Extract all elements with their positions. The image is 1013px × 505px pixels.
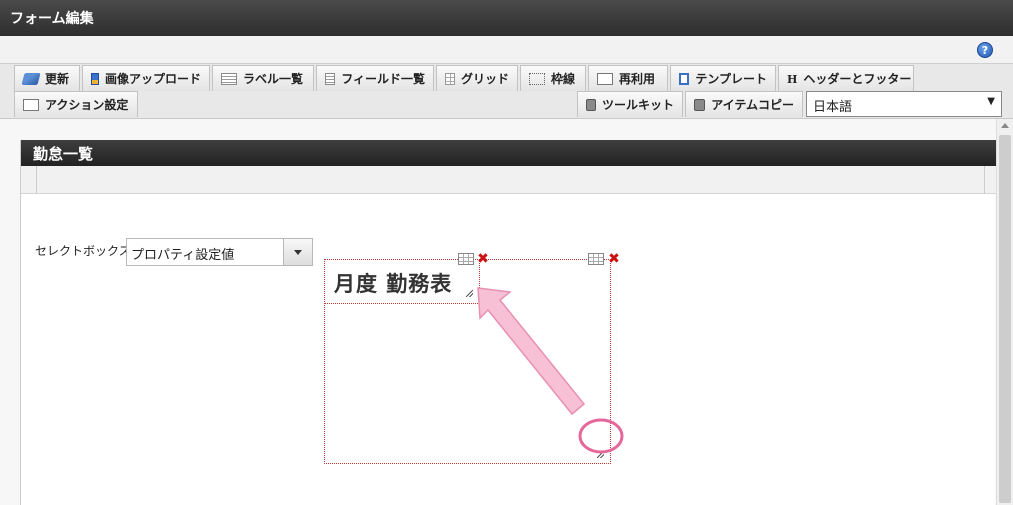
scroll-thumb[interactable] bbox=[999, 135, 1011, 503]
label-list-icon bbox=[221, 72, 237, 85]
tab-update[interactable]: 更新 bbox=[14, 65, 80, 91]
label-item[interactable]: 月度 勤務表 bbox=[324, 259, 480, 304]
tab-border[interactable]: 枠線 bbox=[520, 65, 586, 91]
editor-toolbar: 更新 画像アップロード ラベル一覧 フィールド一覧 グリッド 枠線 再利用 テン… bbox=[0, 64, 1013, 119]
tab-reuse-label: 再利用 bbox=[619, 72, 656, 86]
label-resize-handle[interactable] bbox=[466, 290, 473, 297]
template-icon bbox=[679, 72, 690, 85]
field-list-icon bbox=[325, 72, 336, 85]
tab-action-settings-label: アクション設定 bbox=[45, 98, 129, 112]
tab-header-footer[interactable]: H ヘッダーとフッター bbox=[778, 65, 914, 91]
action-icon bbox=[23, 98, 39, 111]
container-resize-handle[interactable] bbox=[597, 451, 604, 458]
tab-image-upload-label: 画像アップロード bbox=[104, 72, 201, 86]
select-box-value: プロパティ設定値 bbox=[131, 248, 235, 263]
form-title: 勤怠一覧 bbox=[21, 140, 996, 166]
divider bbox=[36, 166, 37, 194]
tab-border-label: 枠線 bbox=[551, 72, 576, 86]
update-icon bbox=[21, 72, 41, 85]
form-panel: 勤怠一覧 セレクトボックス プロパティ設定値 月度 勤務表 ✖ ✖ bbox=[20, 140, 996, 505]
select-box-label: セレクトボックス bbox=[35, 244, 131, 258]
tab-header-footer-label: ヘッダーとフッター bbox=[803, 72, 912, 86]
tab-label-list-label: ラベル一覧 bbox=[243, 72, 304, 86]
tab-action-settings[interactable]: アクション設定 bbox=[14, 91, 138, 117]
tab-grid[interactable]: グリッド bbox=[436, 65, 518, 91]
tab-item-copy-label: アイテムコピー bbox=[711, 98, 794, 112]
editor-canvas: 勤怠一覧 セレクトボックス プロパティ設定値 月度 勤務表 ✖ ✖ bbox=[0, 119, 996, 505]
tab-template[interactable]: テンプレート bbox=[670, 65, 776, 91]
tab-label-list[interactable]: ラベル一覧 bbox=[212, 65, 314, 91]
tab-reuse[interactable]: 再利用 bbox=[588, 65, 668, 91]
container-properties-icon[interactable] bbox=[588, 253, 604, 265]
tab-update-label: 更新 bbox=[45, 72, 70, 86]
tab-field-list-label: フィールド一覧 bbox=[341, 72, 425, 86]
item-copy-icon bbox=[694, 98, 706, 111]
tab-toolkit[interactable]: ツールキット bbox=[577, 91, 683, 117]
chevron-down-icon: ▼ bbox=[987, 96, 995, 107]
tab-grid-label: グリッド bbox=[460, 72, 509, 86]
tab-item-copy[interactable]: アイテムコピー bbox=[685, 91, 803, 117]
border-icon bbox=[529, 72, 545, 85]
window-title: フォーム編集 bbox=[0, 0, 1013, 36]
reuse-icon bbox=[597, 72, 613, 85]
language-select[interactable]: 日本語 ▼ bbox=[806, 91, 1002, 117]
label-properties-icon[interactable] bbox=[458, 253, 474, 265]
help-icon[interactable]: ? bbox=[977, 42, 993, 58]
sub-toolbar: ? bbox=[0, 36, 1013, 64]
container-delete-icon[interactable]: ✖ bbox=[608, 252, 620, 266]
label-item-text: 月度 勤務表 bbox=[334, 272, 453, 296]
select-dropdown-button[interactable] bbox=[283, 238, 313, 266]
tab-template-label: テンプレート bbox=[695, 72, 767, 86]
vertical-scrollbar[interactable] bbox=[996, 119, 1013, 505]
tab-toolkit-label: ツールキット bbox=[601, 98, 674, 112]
select-box[interactable]: プロパティ設定値 bbox=[126, 238, 313, 266]
language-select-value: 日本語 bbox=[813, 100, 853, 115]
grid-icon bbox=[445, 72, 455, 85]
scroll-up-icon[interactable] bbox=[1001, 123, 1009, 128]
toolkit-icon bbox=[586, 98, 596, 111]
divider bbox=[984, 166, 985, 194]
header-footer-icon: H bbox=[787, 72, 798, 86]
label-delete-icon[interactable]: ✖ bbox=[477, 252, 489, 266]
form-header-strip bbox=[21, 166, 996, 194]
image-upload-icon bbox=[91, 72, 99, 85]
tab-image-upload[interactable]: 画像アップロード bbox=[82, 65, 210, 91]
tab-field-list[interactable]: フィールド一覧 bbox=[316, 65, 434, 91]
